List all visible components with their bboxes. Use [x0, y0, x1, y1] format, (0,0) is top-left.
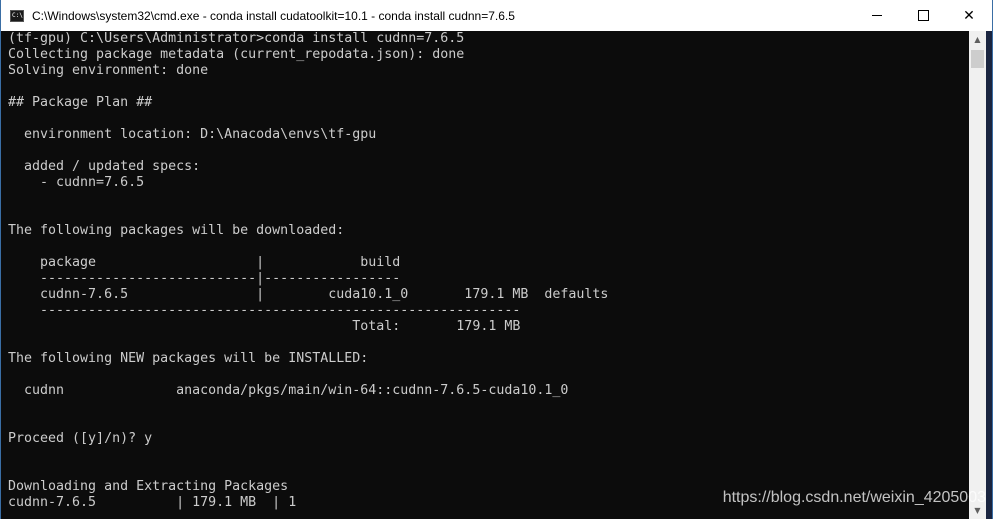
console-line: ---------------------------|------------… — [8, 271, 401, 286]
console-line: - cudnn=7.6.5 — [8, 175, 145, 190]
console-output[interactable]: (tf-gpu) C:\Users\Administrator>conda in… — [1, 31, 969, 519]
console-line: The following NEW packages will be INSTA… — [8, 351, 369, 366]
console-line: environment location: D:\Anacoda\envs\tf… — [8, 127, 377, 142]
console-line: cudnn anaconda/pkgs/main/win-64::cudnn-7… — [8, 383, 569, 398]
scroll-up-icon[interactable]: ▲ — [969, 31, 986, 48]
cmd-window: C:\Windows\system32\cmd.exe - conda inst… — [0, 0, 993, 519]
title-bar[interactable]: C:\Windows\system32\cmd.exe - conda inst… — [1, 0, 992, 31]
console-text: (tf-gpu) C:\Users\Administrator>conda in… — [1, 31, 969, 511]
window-controls: ✕ — [854, 0, 992, 31]
console-line: Collecting package metadata (current_rep… — [8, 47, 465, 62]
minimize-icon — [872, 15, 882, 16]
cmd-icon[interactable] — [10, 9, 24, 22]
console-line: (tf-gpu) C:\Users\Administrator>conda in… — [8, 31, 465, 46]
close-icon: ✕ — [963, 7, 975, 24]
console-line: package | build — [8, 255, 401, 270]
maximize-button[interactable] — [900, 0, 946, 31]
window-title: C:\Windows\system32\cmd.exe - conda inst… — [32, 8, 515, 23]
console-line: ----------------------------------------… — [8, 303, 521, 318]
minimize-button[interactable] — [854, 0, 900, 31]
console-line: Solving environment: done — [8, 63, 209, 78]
watermark-text: https://blog.csdn.net/weixin_4205003 — [722, 489, 986, 506]
console-line: ## Package Plan ## — [8, 95, 153, 110]
console-line: added / updated specs: — [8, 159, 201, 174]
console-line: cudnn-7.6.5 | cuda10.1_0 179.1 MB defaul… — [8, 287, 609, 302]
maximize-icon — [917, 10, 929, 21]
console-line: Downloading and Extracting Packages — [8, 479, 289, 494]
console-line: cudnn-7.6.5 | 179.1 MB | 1 — [8, 495, 297, 510]
scroll-thumb[interactable] — [971, 50, 984, 68]
vertical-scrollbar[interactable]: ▲ ▼ — [969, 31, 986, 519]
close-button[interactable]: ✕ — [946, 0, 992, 31]
console-line: Proceed ([y]/n)? y — [8, 431, 153, 446]
desktop-edge — [986, 31, 992, 519]
console-line: Total: 179.1 MB — [8, 319, 521, 334]
console-line: The following packages will be downloade… — [8, 223, 345, 238]
